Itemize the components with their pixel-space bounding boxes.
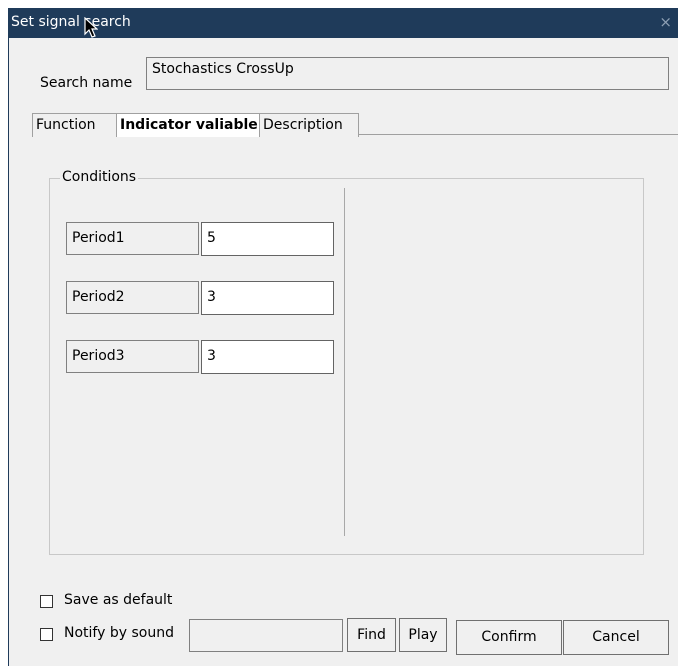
- save-default-checkbox[interactable]: [40, 595, 53, 608]
- conditions-legend: Conditions: [60, 169, 139, 185]
- period3-input[interactable]: 3: [201, 340, 334, 374]
- tab-divider: [359, 134, 678, 135]
- find-button[interactable]: Find: [347, 618, 396, 652]
- period1-input[interactable]: 5: [201, 222, 334, 256]
- tab-function[interactable]: Function: [32, 113, 117, 137]
- conditions-divider: [344, 188, 345, 536]
- period2-label: Period2: [66, 281, 199, 314]
- period1-label: Period1: [66, 222, 199, 255]
- cancel-button[interactable]: Cancel: [563, 620, 669, 655]
- sound-file-input[interactable]: [189, 619, 343, 652]
- tab-indicator-variable[interactable]: Indicator valiable: [116, 113, 260, 137]
- tab-description[interactable]: Description: [259, 113, 359, 137]
- close-icon[interactable]: ×: [659, 13, 672, 31]
- play-button[interactable]: Play: [399, 618, 447, 652]
- confirm-button[interactable]: Confirm: [456, 620, 562, 655]
- notify-sound-label: Notify by sound: [64, 625, 174, 641]
- search-name-input[interactable]: Stochastics CrossUp: [146, 57, 669, 90]
- title-bar[interactable]: Set signal search ×: [9, 8, 678, 38]
- period2-input[interactable]: 3: [201, 281, 334, 315]
- period3-label: Period3: [66, 340, 199, 373]
- set-signal-search-dialog: Set signal search × Search name Stochast…: [8, 8, 678, 666]
- notify-sound-checkbox[interactable]: [40, 628, 53, 641]
- mouse-pointer-icon: [84, 17, 98, 38]
- window-title: Set signal search: [11, 14, 131, 30]
- save-default-label: Save as default: [64, 592, 173, 608]
- search-name-label: Search name: [40, 75, 133, 91]
